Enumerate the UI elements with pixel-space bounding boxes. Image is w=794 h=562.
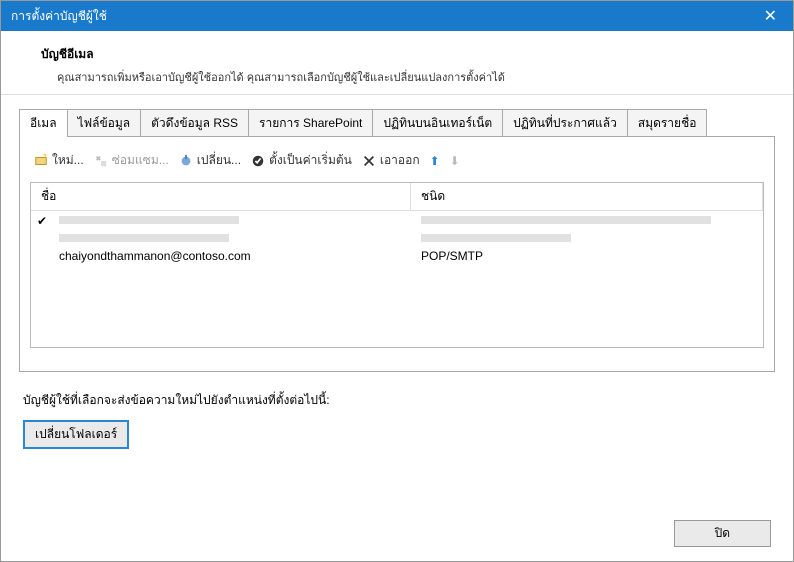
set-default-button[interactable]: ตั้งเป็นค่าเริ่มต้น (251, 151, 352, 170)
header-title: บัญชีอีเมล (41, 45, 753, 64)
tab-email[interactable]: อีเมล (19, 109, 68, 137)
tab-internet-calendars[interactable]: ปฏิทินบนอินเทอร์เน็ต (372, 109, 503, 137)
list-rows: ✔ chaiyondthammanon@contoso.com POP/SMTP (31, 211, 763, 265)
list-header: ชื่อ ชนิด (31, 183, 763, 211)
tab-published-calendars[interactable]: ปฏิทินที่ประกาศแล้ว (502, 109, 628, 137)
cell-account-name: chaiyondthammanon@contoso.com (31, 247, 411, 265)
repair-label: ซ่อมแซม... (112, 151, 169, 170)
delivery-location-text: บัญชีผู้ใช้ที่เลือกจะส่งข้อความใหม่ไปยัง… (23, 391, 771, 410)
check-circle-icon (251, 154, 265, 168)
new-button[interactable]: ใหม่... (34, 151, 84, 170)
account-list: ชื่อ ชนิด ✔ chaiyondthammanon@contoso.co… (30, 182, 764, 348)
tab-address-books[interactable]: สมุดรายชื่อ (627, 109, 708, 137)
change-button[interactable]: เปลี่ยน... (179, 151, 241, 170)
new-icon (34, 154, 48, 168)
titlebar: การตั้งค่าบัญชีผู้ใช้ ✕ (1, 1, 793, 31)
change-folder-button[interactable]: เปลี่ยนโฟลเดอร์ (23, 420, 129, 449)
remove-label: เอาออก (380, 151, 420, 170)
cell-account-type: POP/SMTP (411, 247, 763, 265)
arrow-up-icon: ⬆ (430, 154, 440, 168)
tab-sharepoint[interactable]: รายการ SharePoint (248, 109, 373, 137)
tab-panel-email: ใหม่... ซ่อมแซม... เปลี่ยน... ตั้งเป็นค่… (19, 136, 775, 372)
repair-button: ซ่อมแซม... (94, 151, 169, 170)
remove-button[interactable]: เอาออก (362, 151, 420, 170)
tab-rss[interactable]: ตัวดึงข้อมูล RSS (140, 109, 249, 137)
list-row-account[interactable]: chaiyondthammanon@contoso.com POP/SMTP (31, 247, 763, 265)
remove-icon (362, 154, 376, 168)
column-type[interactable]: ชนิด (411, 183, 763, 210)
column-name[interactable]: ชื่อ (31, 183, 411, 210)
list-row-placeholder: ✔ (31, 211, 763, 229)
move-down-button: ⬇ (450, 154, 460, 168)
tabs: อีเมล ไฟล์ข้อมูล ตัวดึงข้อมูล RSS รายการ… (1, 109, 793, 137)
window-title: การตั้งค่าบัญชีผู้ใช้ (11, 7, 758, 26)
arrow-down-icon: ⬇ (450, 154, 460, 168)
tab-datafiles[interactable]: ไฟล์ข้อมูล (67, 109, 142, 137)
set-default-label: ตั้งเป็นค่าเริ่มต้น (269, 151, 352, 170)
change-icon (179, 154, 193, 168)
header-area: บัญชีอีเมล คุณสามารถเพิ่มหรือเอาบัญชีผู้… (1, 31, 793, 95)
new-label: ใหม่... (52, 151, 84, 170)
change-label: เปลี่ยน... (197, 151, 241, 170)
repair-icon (94, 154, 108, 168)
toolbar: ใหม่... ซ่อมแซม... เปลี่ยน... ตั้งเป็นค่… (30, 151, 764, 178)
close-icon[interactable]: ✕ (758, 6, 783, 26)
header-description: คุณสามารถเพิ่มหรือเอาบัญชีผู้ใช้ออกได้ ค… (41, 68, 753, 86)
close-button[interactable]: ปิด (674, 520, 771, 547)
list-row-placeholder (31, 229, 763, 247)
default-check-icon: ✔ (37, 214, 47, 228)
move-up-button[interactable]: ⬆ (430, 154, 440, 168)
